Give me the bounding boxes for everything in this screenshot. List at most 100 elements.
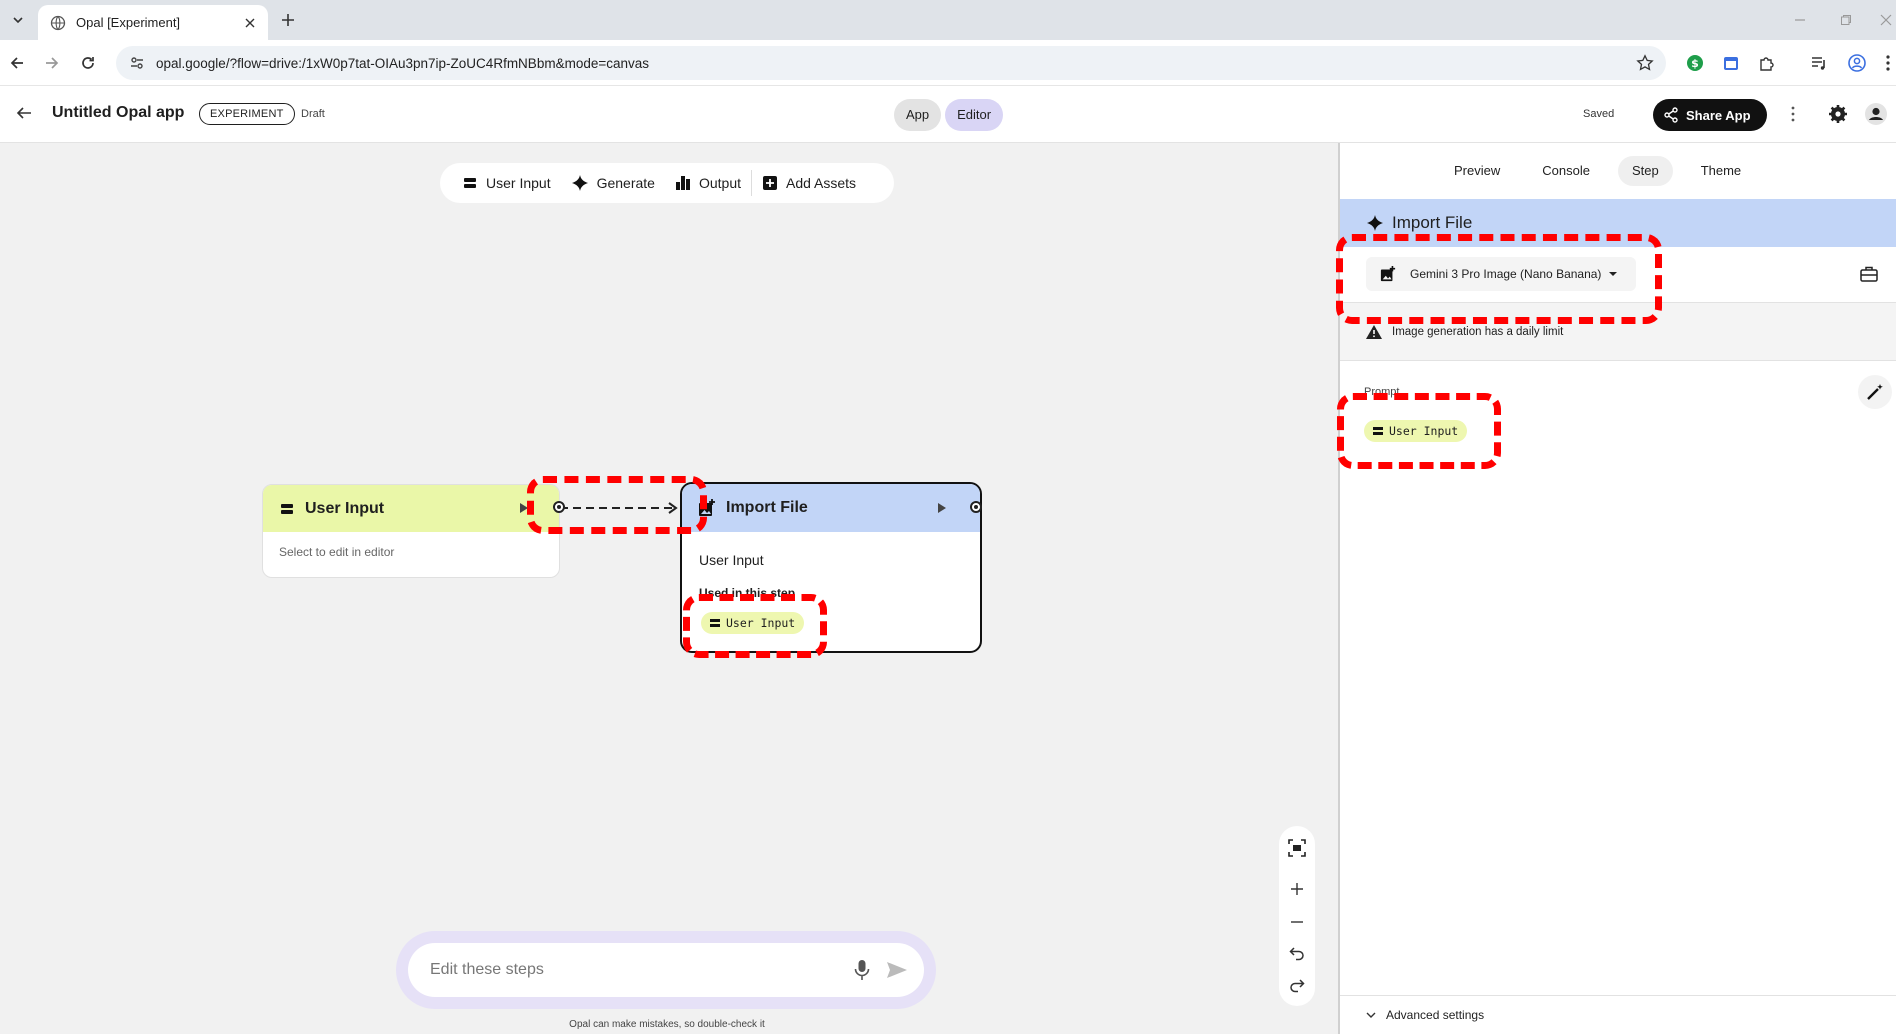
share-icon [1664,107,1678,123]
bookmark-star-icon[interactable] [1636,54,1654,72]
fit-screen-icon [1288,839,1306,857]
undo-button[interactable] [1285,941,1309,965]
microphone-icon[interactable] [854,959,870,981]
edit-steps-input[interactable]: Edit these steps [408,943,924,997]
profile-button[interactable] [1846,52,1868,74]
app-mode-button[interactable]: App [894,99,942,131]
kebab-menu-icon [1791,106,1795,122]
forward-button[interactable] [40,51,64,75]
magic-wand-icon [1867,384,1883,400]
disclaimer-text: Opal can make mistakes, so double-check … [569,1019,765,1030]
add-generate-label: Generate [596,175,655,191]
user-input-node[interactable]: User Input Select to edit in editor [262,484,560,578]
arrow-right-icon [46,57,59,69]
back-arrow-button[interactable] [14,103,34,123]
minimize-icon [1795,19,1805,21]
settings-button[interactable] [1826,102,1850,126]
new-tab-button[interactable] [278,10,298,30]
step-title[interactable]: Import File [1392,213,1472,233]
advanced-settings-toggle[interactable]: Advanced settings [1340,995,1896,1034]
profile-icon [1848,54,1866,72]
avatar-icon [1865,103,1887,125]
warning-icon [1366,324,1382,339]
undo-icon [1289,947,1304,961]
browser-tab-strip: Opal [Experiment] [0,0,1896,40]
restore-icon [1841,15,1851,25]
account-avatar[interactable] [1864,102,1888,126]
share-app-label: Share App [1686,107,1751,123]
reload-icon [82,57,94,69]
browser-toolbar: opal.google/?flow=drive:/1xW0p7tat-OIAu3… [0,40,1896,86]
tab-title: Opal [Experiment] [76,15,181,30]
add-output-button[interactable]: Output [665,163,751,203]
fit-view-button[interactable] [1285,836,1309,860]
sparkle-icon [571,175,588,191]
add-user-input-label: User Input [486,175,551,191]
zoom-out-button[interactable] [1285,910,1309,934]
run-node-icon[interactable] [938,503,946,513]
address-bar[interactable]: opal.google/?flow=drive:/1xW0p7tat-OIAu3… [116,46,1666,80]
extensions-button[interactable] [1756,52,1778,74]
canvas-toolbar: User Input Generate Output Add Assets [440,163,894,203]
reload-button[interactable] [76,51,100,75]
save-status: Saved [1583,108,1615,120]
zoom-in-button[interactable] [1285,877,1309,901]
output-port[interactable] [970,501,982,513]
user-input-node-hint: Select to edit in editor [279,545,395,559]
experiment-badge: EXPERIMENT [199,103,295,125]
user-input-node-header[interactable]: User Input [263,485,559,532]
media-controls-button[interactable] [1808,52,1830,74]
edit-steps-placeholder: Edit these steps [430,961,544,978]
add-assets-button[interactable]: Add Assets [752,163,866,203]
puzzle-icon [1760,57,1774,71]
site-settings-icon [131,57,143,69]
redo-button[interactable] [1285,973,1309,997]
browser-tab[interactable]: Opal [Experiment] [38,5,268,40]
minimize-button[interactable] [1788,8,1812,32]
send-icon[interactable] [886,961,908,979]
annotation-box [1336,234,1662,324]
import-file-node-title: Import File [726,499,808,516]
input-icon [464,178,476,188]
chevron-down-icon [13,17,23,24]
add-output-label: Output [698,175,741,191]
more-options-button[interactable] [1785,102,1801,126]
close-window-button[interactable] [1876,8,1896,32]
extension-dollar[interactable]: $ [1684,52,1706,74]
tab-search-button[interactable] [6,8,30,32]
add-generate-button[interactable]: Generate [561,163,665,203]
tab-theme[interactable]: Theme [1687,156,1755,186]
tab-preview[interactable]: Preview [1440,156,1514,186]
minus-icon [1291,921,1303,923]
import-file-node-header[interactable]: Import File [682,484,980,532]
plus-icon [282,14,294,26]
tab-console[interactable]: Console [1528,156,1604,186]
playlist-icon [1812,57,1825,70]
annotation-box [1337,393,1501,469]
panel-tabs: Preview Console Step Theme [1340,143,1896,199]
plus-icon [1291,883,1303,895]
arrow-left-icon [10,57,23,69]
back-button[interactable] [5,51,29,75]
tab-close-icon[interactable] [242,15,258,31]
app-title[interactable]: Untitled Opal app [52,104,184,122]
url-text: opal.google/?flow=drive:/1xW0p7tat-OIAu3… [156,55,650,71]
editor-mode-button[interactable]: Editor [945,99,1004,131]
daily-limit-text: Image generation has a daily limit [1392,325,1564,338]
close-icon [1880,14,1892,26]
toolbox-icon[interactable] [1860,265,1878,283]
globe-icon [50,15,66,30]
add-user-input-button[interactable]: User Input [452,163,561,203]
edit-steps-container: Edit these steps [396,931,936,1009]
add-box-icon [763,176,777,190]
restore-button[interactable] [1834,8,1858,32]
extension-calendar[interactable] [1720,52,1742,74]
user-input-node-title: User Input [305,499,385,517]
tab-step[interactable]: Step [1617,156,1673,186]
draft-status: Draft [301,108,325,120]
share-app-button[interactable]: Share App [1653,99,1767,131]
prompt-enhance-button[interactable] [1858,375,1892,409]
zoom-controls [1279,826,1315,1006]
annotation-box [683,594,827,658]
browser-menu-button[interactable] [1880,52,1896,74]
